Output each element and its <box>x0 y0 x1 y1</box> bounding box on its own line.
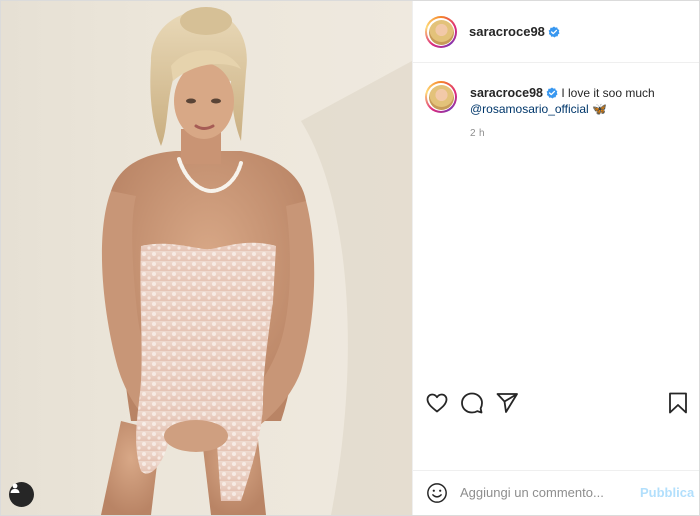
caption-username[interactable]: saracroce98 <box>470 86 543 100</box>
header-username[interactable]: saracroce98 <box>469 24 545 39</box>
photo-illustration <box>101 7 412 515</box>
post-image[interactable] <box>1 1 412 515</box>
header-username-row: saracroce98 <box>469 24 560 39</box>
instagram-post-modal: saracroce98 saracroce98 I love it soo mu… <box>0 0 700 516</box>
heart-icon[interactable] <box>425 391 449 415</box>
butterfly-emoji: 🦋 <box>592 102 607 116</box>
publish-button[interactable]: Pubblica <box>640 485 694 500</box>
caption-avatar[interactable] <box>425 81 457 113</box>
user-tag-icon[interactable] <box>9 482 34 507</box>
avatar[interactable] <box>425 16 457 48</box>
comment-input[interactable]: Aggiungi un commento... <box>460 485 604 500</box>
post-timestamp[interactable]: 2 h <box>470 128 485 139</box>
comment-icon[interactable] <box>460 391 484 415</box>
post-side-panel: saracroce98 saracroce98 I love it soo mu… <box>412 1 699 515</box>
paper-plane-icon[interactable] <box>495 391 519 415</box>
bookmark-icon[interactable] <box>666 391 690 415</box>
action-bar <box>413 381 699 425</box>
comment-bar: Aggiungi un commento... Pubblica <box>413 470 699 515</box>
caption-mention-link[interactable]: @rosamosario_official <box>470 102 589 116</box>
emoji-icon[interactable] <box>426 482 448 504</box>
post-caption: saracroce98 I love it soo much @rosamosa… <box>470 85 685 117</box>
post-header: saracroce98 <box>413 1 699 63</box>
verified-badge-icon <box>548 26 560 38</box>
caption-text: I love it soo much <box>561 86 655 100</box>
verified-badge-icon <box>546 87 558 99</box>
